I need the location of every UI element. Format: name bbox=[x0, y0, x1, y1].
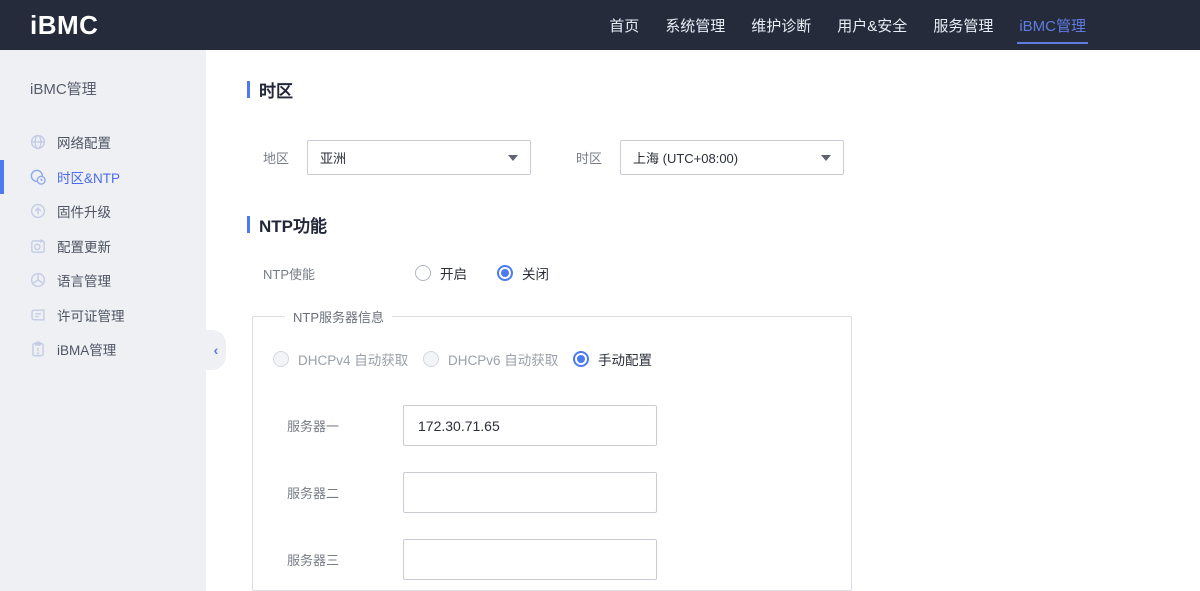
sidebar-item-license[interactable]: 许可证管理 bbox=[0, 298, 206, 333]
radio-icon[interactable] bbox=[497, 265, 513, 281]
region-select[interactable]: 亚洲 bbox=[307, 140, 531, 175]
section-accent-bar bbox=[247, 81, 250, 98]
ntp-server-mode-radio-group: DHCPv4 自动获取 DHCPv6 自动获取 手动配置 bbox=[273, 349, 851, 369]
ibmc-logo: iBMC bbox=[30, 9, 99, 40]
server-one-row: 服务器一 bbox=[273, 405, 851, 446]
radio-label: 开启 bbox=[440, 267, 467, 282]
nav-item-maintenance[interactable]: 维护诊断 bbox=[749, 0, 813, 50]
region-label: 地区 bbox=[263, 151, 290, 166]
nav-item-user-security[interactable]: 用户&安全 bbox=[835, 0, 909, 50]
page-body: iBMC管理 网络配置 时区&NTP 固件升级 配置更新 语言管理 许可证管理 … bbox=[0, 50, 1200, 591]
license-icon bbox=[30, 307, 46, 323]
timezone-form-row: 地区 亚洲 时区 上海 (UTC+08:00) bbox=[247, 140, 1200, 175]
radio-label: DHCPv6 自动获取 bbox=[448, 353, 559, 368]
section-title-text: 时区 bbox=[259, 82, 293, 101]
sidebar-item-label: 时区&NTP bbox=[57, 170, 121, 186]
timezone-clock-icon bbox=[30, 169, 46, 185]
ntp-server-info-legend: NTP服务器信息 bbox=[293, 310, 385, 325]
sidebar-item-network-config[interactable]: 网络配置 bbox=[0, 125, 206, 160]
sidebar-item-label: 固件升级 bbox=[57, 205, 111, 221]
sidebar-item-label: iBMA管理 bbox=[57, 343, 117, 359]
sidebar-title: iBMC管理 bbox=[30, 81, 97, 98]
sidebar-item-label: 配置更新 bbox=[57, 239, 111, 255]
sidebar-item-ibma[interactable]: iBMA管理 bbox=[0, 332, 206, 367]
config-update-icon bbox=[30, 238, 46, 254]
nav-item-system[interactable]: 系统管理 bbox=[663, 0, 727, 50]
dhcpv4-auto-radio[interactable]: DHCPv4 自动获取 bbox=[273, 349, 423, 369]
sidebar-item-label: 许可证管理 bbox=[57, 308, 125, 324]
ntp-enable-row: NTP使能 开启 关闭 bbox=[247, 263, 1200, 283]
timezone-select[interactable]: 上海 (UTC+08:00) bbox=[620, 140, 844, 175]
radio-icon[interactable] bbox=[423, 351, 439, 367]
app-header: iBMC 首页 系统管理 维护诊断 用户&安全 服务管理 iBMC管理 bbox=[0, 0, 1200, 50]
server-one-input[interactable] bbox=[403, 405, 657, 446]
sidebar: iBMC管理 网络配置 时区&NTP 固件升级 配置更新 语言管理 许可证管理 … bbox=[0, 50, 226, 591]
sidebar-item-language[interactable]: 语言管理 bbox=[0, 263, 206, 298]
server-two-input[interactable] bbox=[403, 472, 657, 513]
main-content: 时区 地区 亚洲 时区 上海 (UTC+08:00) NTP功能 NTP使能 开… bbox=[206, 50, 1200, 591]
region-select-value: 亚洲 bbox=[320, 151, 347, 166]
chevron-left-icon: ‹ bbox=[213, 342, 219, 358]
nav-item-home[interactable]: 首页 bbox=[607, 0, 641, 50]
sidebar-item-label: 语言管理 bbox=[57, 274, 111, 290]
server-one-label: 服务器一 bbox=[287, 419, 340, 434]
nav-item-service[interactable]: 服务管理 bbox=[931, 0, 995, 50]
radio-icon[interactable] bbox=[415, 265, 431, 281]
manual-config-radio[interactable]: 手动配置 bbox=[573, 349, 652, 369]
chevron-down-icon bbox=[821, 154, 831, 161]
sidebar-item-label: 网络配置 bbox=[57, 136, 111, 152]
sidebar-item-config-update[interactable]: 配置更新 bbox=[0, 229, 206, 264]
firmware-upload-icon bbox=[30, 203, 46, 219]
radio-label: 关闭 bbox=[522, 267, 549, 282]
server-three-input[interactable] bbox=[403, 539, 657, 580]
ntp-enable-on-radio[interactable]: 开启 bbox=[415, 263, 467, 283]
clipboard-icon bbox=[30, 341, 46, 357]
radio-icon[interactable] bbox=[573, 351, 589, 367]
section-title-text: NTP功能 bbox=[259, 217, 327, 236]
timezone-label: 时区 bbox=[576, 151, 603, 166]
nav-item-ibmc-management[interactable]: iBMC管理 bbox=[1017, 0, 1088, 50]
server-three-row: 服务器三 bbox=[273, 539, 851, 580]
dhcpv6-auto-radio[interactable]: DHCPv6 自动获取 bbox=[423, 349, 573, 369]
ntp-section-title: NTP功能 bbox=[247, 212, 1200, 237]
timezone-section-title: 时区 bbox=[247, 77, 1200, 102]
server-three-label: 服务器三 bbox=[287, 553, 340, 568]
server-two-row: 服务器二 bbox=[273, 472, 851, 513]
sidebar-item-firmware-upgrade[interactable]: 固件升级 bbox=[0, 194, 206, 229]
radio-icon[interactable] bbox=[273, 351, 289, 367]
globe-icon bbox=[30, 134, 46, 150]
ntp-server-info-group: NTP服务器信息 DHCPv4 自动获取 DHCPv6 自动获取 手动配置 服务… bbox=[252, 307, 852, 591]
ntp-enable-radio-group: 开启 关闭 bbox=[415, 263, 549, 283]
radio-label: 手动配置 bbox=[598, 353, 652, 368]
sidebar-item-timezone-ntp[interactable]: 时区&NTP bbox=[0, 159, 206, 194]
language-icon bbox=[30, 272, 46, 288]
section-accent-bar bbox=[247, 216, 250, 233]
sidebar-collapse-button[interactable]: ‹ bbox=[206, 330, 226, 370]
timezone-select-value: 上海 (UTC+08:00) bbox=[633, 151, 739, 166]
top-navigation: 首页 系统管理 维护诊断 用户&安全 服务管理 iBMC管理 bbox=[607, 0, 1088, 50]
ntp-enable-label: NTP使能 bbox=[263, 266, 316, 282]
server-two-label: 服务器二 bbox=[287, 486, 340, 501]
ntp-enable-off-radio[interactable]: 关闭 bbox=[497, 263, 549, 283]
chevron-down-icon bbox=[508, 154, 518, 161]
radio-label: DHCPv4 自动获取 bbox=[298, 353, 409, 368]
